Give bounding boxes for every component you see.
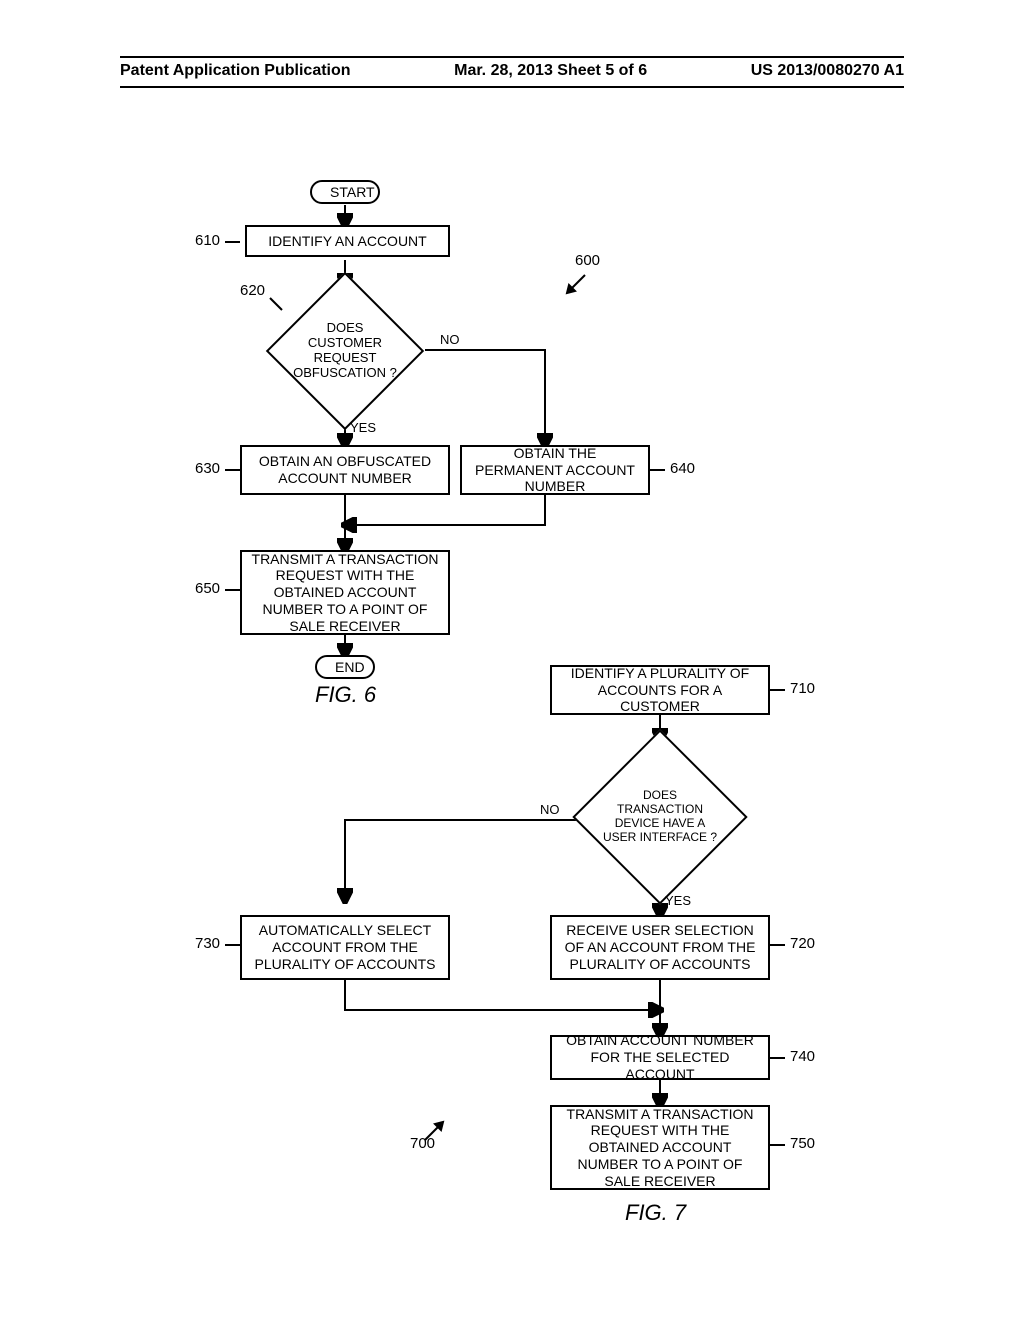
step-650: TRANSMIT A TRANSACTION REQUEST WITH THE … [240, 550, 450, 635]
ref-630: 630 [195, 460, 220, 477]
step-750: TRANSMIT A TRANSACTION REQUEST WITH THE … [550, 1105, 770, 1190]
header: Patent Application Publication Mar. 28, … [120, 62, 904, 80]
step-740: OBTAIN ACCOUNT NUMBER FOR THE SELECTED A… [550, 1035, 770, 1080]
ref-650: 650 [195, 580, 220, 597]
label-yes-6: YES [350, 420, 376, 435]
label-no-6: NO [440, 332, 460, 347]
step-640: OBTAIN THE PERMANENT ACCOUNT NUMBER [460, 445, 650, 495]
step-610: IDENTIFY AN ACCOUNT [245, 225, 450, 257]
header-right: US 2013/0080270 A1 [751, 62, 904, 80]
ref-610: 610 [195, 232, 220, 249]
ref-620: 620 [240, 282, 265, 299]
ref-720: 720 [790, 935, 815, 952]
header-left: Patent Application Publication [120, 62, 351, 80]
terminator-end: END [315, 655, 375, 679]
step-720: RECEIVE USER SELECTION OF AN ACCOUNT FRO… [550, 915, 770, 980]
page: Patent Application Publication Mar. 28, … [0, 0, 1024, 1320]
step-630: OBTAIN AN OBFUSCATED ACCOUNT NUMBER [240, 445, 450, 495]
header-rule-top [120, 56, 904, 58]
figure-6-caption: FIG. 6 [315, 682, 376, 708]
step-710: IDENTIFY A PLURALITY OF ACCOUNTS FOR A C… [550, 665, 770, 715]
diagram-area: START IDENTIFY AN ACCOUNT 610 DOES CUSTO… [120, 170, 904, 1260]
ref-740: 740 [790, 1048, 815, 1065]
ref-730: 730 [195, 935, 220, 952]
connectors [120, 170, 904, 1260]
terminator-start: START [310, 180, 380, 204]
ref-750: 750 [790, 1135, 815, 1152]
ref-600: 600 [575, 252, 600, 269]
label-yes-7: YES [665, 893, 691, 908]
ref-710: 710 [790, 680, 815, 697]
ref-700: 700 [410, 1135, 435, 1152]
decision-715-text: DOES TRANSACTION DEVICE HAVE A USER INTE… [600, 757, 720, 877]
figure-7-caption: FIG. 7 [625, 1200, 686, 1226]
header-center: Mar. 28, 2013 Sheet 5 of 6 [454, 62, 647, 80]
step-730: AUTOMATICALLY SELECT ACCOUNT FROM THE PL… [240, 915, 450, 980]
header-rule-bottom [120, 86, 904, 88]
ref-640: 640 [670, 460, 695, 477]
decision-620-text: DOES CUSTOMER REQUEST OBFUSCATION ? [291, 297, 399, 405]
label-no-7: NO [540, 802, 560, 817]
